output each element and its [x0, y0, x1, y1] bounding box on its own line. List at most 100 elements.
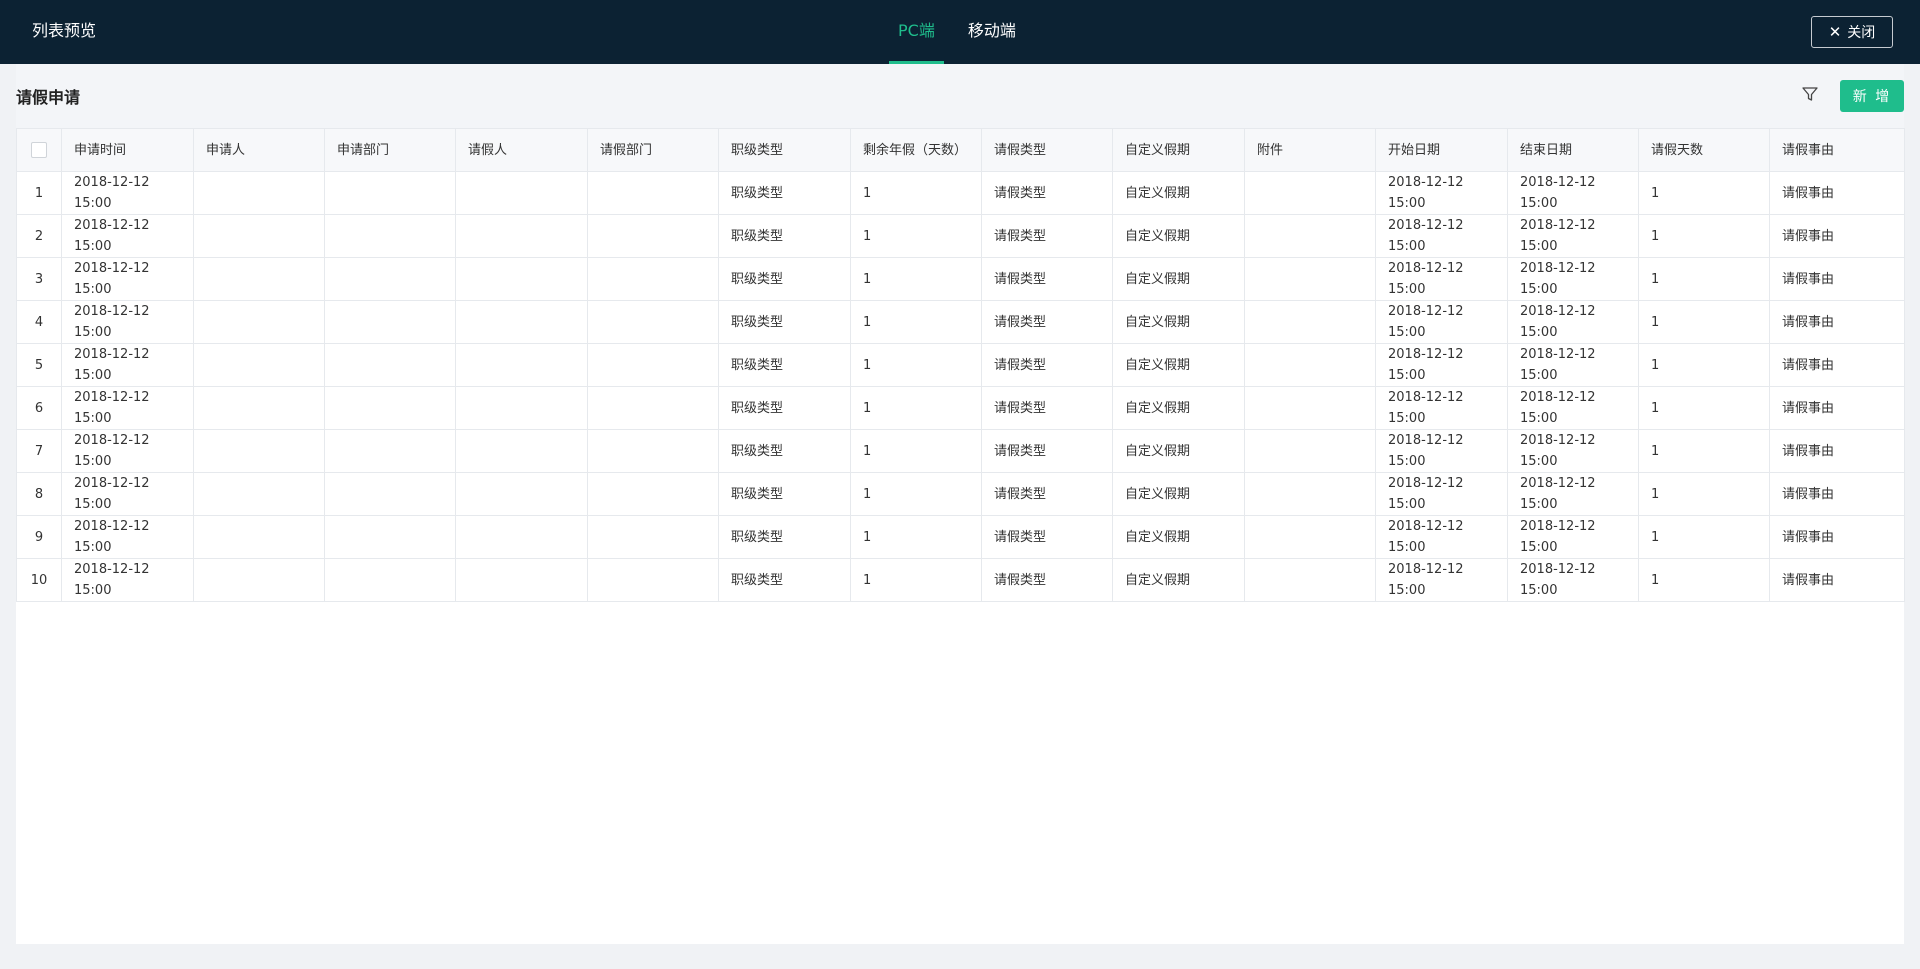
table-cell	[1244, 558, 1376, 602]
table-cell: 2018-12-12 15:00	[1375, 214, 1508, 258]
column-header[interactable]: 申请人	[193, 128, 325, 172]
table-cell	[587, 386, 719, 430]
table-cell	[587, 171, 719, 215]
column-header[interactable]: 剩余年假（天数）	[850, 128, 982, 172]
table-cell	[587, 429, 719, 473]
table-cell: 2018-12-12 15:00	[1507, 343, 1639, 387]
table-cell: 1	[850, 429, 982, 473]
table-cell	[193, 472, 325, 516]
table-row[interactable]: 1 2018-12-12 15:00 职级类型 1 请假类型 自定义假期 2018-12-1…	[16, 171, 1905, 215]
table-cell: 自定义假期	[1112, 558, 1245, 602]
table-row[interactable]: 10 2018-12-12 15:00 职级类型 1 请假类型 自定义假期 2018-12-…	[16, 558, 1905, 602]
table-cell: 请假事由	[1769, 429, 1905, 473]
table-cell: 1	[850, 386, 982, 430]
table-cell: 请假事由	[1769, 257, 1905, 301]
table-cell	[455, 429, 588, 473]
table-cell: 2018-12-12 15:00	[1507, 558, 1639, 602]
table-cell	[193, 171, 325, 215]
table-cell: 1	[1638, 300, 1770, 344]
table-cell	[455, 257, 588, 301]
table-cell	[455, 343, 588, 387]
table-cell	[587, 558, 719, 602]
column-header[interactable]: 职级类型	[718, 128, 851, 172]
table-cell: 请假类型	[981, 386, 1113, 430]
table-cell: 2018-12-12 15:00	[61, 515, 194, 559]
table-cell	[455, 472, 588, 516]
table-cell: 1	[850, 558, 982, 602]
table-row[interactable]: 2 2018-12-12 15:00 职级类型 1 请假类型 自定义假期 2018-12-1…	[16, 214, 1905, 258]
row-index: 2	[16, 214, 62, 258]
table-cell	[1244, 257, 1376, 301]
table-cell: 请假事由	[1769, 386, 1905, 430]
table-cell	[1244, 300, 1376, 344]
table-cell: 2018-12-12 15:00	[1507, 171, 1639, 215]
tab-pc[interactable]: PC端	[889, 0, 944, 64]
table-cell: 2018-12-12 15:00	[61, 171, 194, 215]
table-cell: 请假事由	[1769, 343, 1905, 387]
table-cell	[324, 343, 456, 387]
table-cell: 1	[1638, 515, 1770, 559]
page-title: 请假申请	[16, 88, 81, 107]
table-row[interactable]: 4 2018-12-12 15:00 职级类型 1 请假类型 自定义假期 2018-12-1…	[16, 300, 1905, 344]
table-cell: 职级类型	[718, 343, 851, 387]
table-cell: 1	[1638, 171, 1770, 215]
table-cell: 1	[850, 171, 982, 215]
table-cell	[193, 386, 325, 430]
page-header: 请假申请 新 增	[16, 64, 1904, 128]
table-cell: 自定义假期	[1112, 300, 1245, 344]
table-cell: 2018-12-12 15:00	[61, 300, 194, 344]
table-cell: 1	[850, 300, 982, 344]
table-cell: 1	[1638, 214, 1770, 258]
table-cell: 请假事由	[1769, 558, 1905, 602]
column-header[interactable]: 请假天数	[1638, 128, 1770, 172]
table-row[interactable]: 8 2018-12-12 15:00 职级类型 1 请假类型 自定义假期 2018-12-1…	[16, 472, 1905, 516]
table-cell	[1244, 171, 1376, 215]
table-cell	[455, 515, 588, 559]
table-cell	[193, 214, 325, 258]
table-cell	[587, 257, 719, 301]
row-index: 5	[16, 343, 62, 387]
table-cell	[324, 429, 456, 473]
column-header[interactable]: 自定义假期	[1112, 128, 1245, 172]
table-cell	[455, 558, 588, 602]
table-cell: 自定义假期	[1112, 472, 1245, 516]
table-cell: 请假类型	[981, 472, 1113, 516]
column-header[interactable]: 申请部门	[324, 128, 456, 172]
close-label: 关闭	[1847, 25, 1876, 41]
select-all-checkbox[interactable]	[31, 142, 47, 158]
table-cell	[193, 343, 325, 387]
table-cell: 1	[850, 472, 982, 516]
table-cell: 2018-12-12 15:00	[1375, 515, 1508, 559]
column-header[interactable]: 请假人	[455, 128, 588, 172]
column-header[interactable]: 请假部门	[587, 128, 719, 172]
table-cell: 1	[850, 257, 982, 301]
table-row[interactable]: 7 2018-12-12 15:00 职级类型 1 请假类型 自定义假期 2018-12-1…	[16, 429, 1905, 473]
table-cell: 请假类型	[981, 171, 1113, 215]
table-cell: 2018-12-12 15:00	[1507, 472, 1639, 516]
table-cell: 1	[1638, 558, 1770, 602]
table-cell: 2018-12-12 15:00	[1507, 386, 1639, 430]
close-button[interactable]: ✕ 关闭	[1811, 16, 1893, 48]
table-row[interactable]: 5 2018-12-12 15:00 职级类型 1 请假类型 自定义假期 2018-12-1…	[16, 343, 1905, 387]
table-row[interactable]: 9 2018-12-12 15:00 职级类型 1 请假类型 自定义假期 2018-12-1…	[16, 515, 1905, 559]
table-row[interactable]: 3 2018-12-12 15:00 职级类型 1 请假类型 自定义假期 2018-12-1…	[16, 257, 1905, 301]
column-header[interactable]: 结束日期	[1507, 128, 1639, 172]
add-button[interactable]: 新 增	[1840, 80, 1904, 112]
column-header[interactable]: 附件	[1244, 128, 1376, 172]
filter-icon[interactable]	[1800, 84, 1820, 104]
table-cell: 2018-12-12 15:00	[61, 472, 194, 516]
tab-mobile[interactable]: 移动端	[959, 0, 1025, 64]
table-cell: 请假事由	[1769, 214, 1905, 258]
table-cell	[324, 171, 456, 215]
table-cell: 自定义假期	[1112, 386, 1245, 430]
table-cell	[1244, 515, 1376, 559]
table-cell: 2018-12-12 15:00	[1375, 386, 1508, 430]
table-cell	[1244, 472, 1376, 516]
column-header[interactable]: 开始日期	[1375, 128, 1508, 172]
column-header[interactable]: 请假事由	[1769, 128, 1905, 172]
column-header[interactable]: 申请时间	[61, 128, 194, 172]
table-row[interactable]: 6 2018-12-12 15:00 职级类型 1 请假类型 自定义假期 2018-12-1…	[16, 386, 1905, 430]
column-header[interactable]: 请假类型	[981, 128, 1113, 172]
row-index: 3	[16, 257, 62, 301]
row-index: 1	[16, 171, 62, 215]
